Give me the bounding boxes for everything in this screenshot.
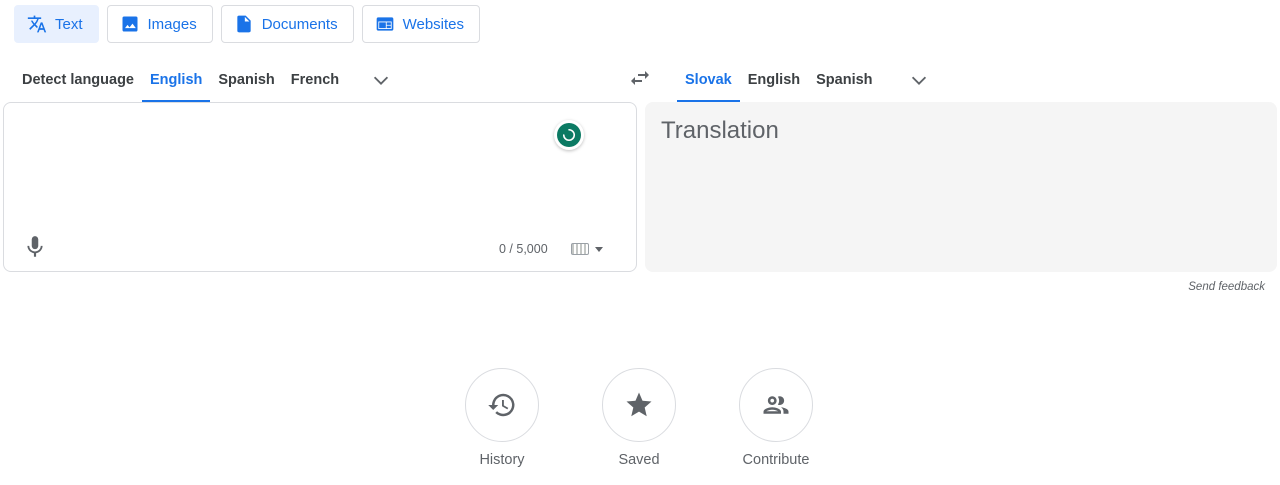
chevron-down-icon bbox=[911, 76, 926, 85]
swap-icon bbox=[631, 71, 649, 85]
saved-circle bbox=[602, 368, 676, 442]
source-language-bar: Detect language English Spanish French bbox=[14, 58, 401, 102]
microphone-icon bbox=[27, 236, 43, 257]
translate-app: Text Images Documents Websites Detect la… bbox=[0, 0, 1280, 485]
source-text-panel[interactable]: 0 / 5,000 bbox=[3, 102, 637, 272]
tab-documents-label: Documents bbox=[261, 15, 338, 33]
lang-label: Detect language bbox=[22, 72, 134, 88]
tab-documents[interactable]: Documents bbox=[220, 5, 354, 43]
character-count: 0 / 5,000 bbox=[499, 242, 548, 256]
source-lang-french[interactable]: French bbox=[283, 58, 347, 102]
tab-text[interactable]: Text bbox=[14, 5, 99, 43]
loading-spinner bbox=[554, 120, 584, 150]
chevron-down-icon bbox=[374, 76, 389, 85]
target-lang-more-button[interactable] bbox=[899, 58, 939, 102]
translation-placeholder: Translation bbox=[661, 117, 779, 144]
keyboard-icon bbox=[571, 243, 589, 255]
lang-label: Spanish bbox=[816, 72, 873, 88]
lang-label: Slovak bbox=[685, 72, 732, 88]
send-feedback-link[interactable]: Send feedback bbox=[1188, 281, 1265, 293]
voice-input-button[interactable] bbox=[22, 234, 48, 260]
source-lang-english[interactable]: English bbox=[142, 58, 211, 102]
star-icon bbox=[626, 392, 652, 417]
website-icon bbox=[376, 17, 393, 31]
document-icon bbox=[237, 15, 251, 33]
lang-label: English bbox=[747, 72, 801, 88]
source-lang-detect[interactable]: Detect language bbox=[14, 58, 142, 102]
translation-output-panel: Translation bbox=[645, 102, 1277, 272]
lang-label: French bbox=[290, 72, 340, 88]
tab-websites[interactable]: Websites bbox=[361, 5, 481, 43]
source-lang-spanish[interactable]: Spanish bbox=[210, 58, 282, 102]
tab-text-label: Text bbox=[55, 15, 83, 33]
lang-label: Spanish bbox=[218, 72, 275, 88]
contribute-label: Contribute bbox=[742, 452, 810, 468]
contribute-button[interactable]: Contribute bbox=[721, 368, 831, 468]
swap-languages-button[interactable] bbox=[622, 60, 658, 96]
history-icon bbox=[488, 393, 515, 417]
history-label: History bbox=[479, 452, 525, 468]
target-lang-slovak[interactable]: Slovak bbox=[677, 58, 740, 102]
contribute-circle bbox=[739, 368, 813, 442]
lang-label: English bbox=[150, 72, 203, 88]
source-lang-more-button[interactable] bbox=[361, 58, 401, 102]
input-tools-button[interactable] bbox=[571, 243, 603, 255]
tab-images[interactable]: Images bbox=[106, 5, 213, 43]
tab-images-label: Images bbox=[147, 15, 197, 33]
saved-button[interactable]: Saved bbox=[584, 368, 694, 468]
saved-label: Saved bbox=[618, 452, 660, 468]
translate-icon bbox=[27, 15, 47, 33]
target-language-bar: Slovak English Spanish bbox=[677, 58, 939, 102]
history-circle bbox=[465, 368, 539, 442]
target-lang-spanish[interactable]: Spanish bbox=[808, 58, 880, 102]
tab-websites-label: Websites bbox=[402, 15, 465, 33]
mode-tabs: Text Images Documents Websites bbox=[14, 5, 481, 43]
people-icon bbox=[763, 396, 789, 414]
target-lang-english[interactable]: English bbox=[740, 58, 808, 102]
spinner-icon bbox=[557, 123, 581, 147]
history-button[interactable]: History bbox=[447, 368, 557, 468]
image-icon bbox=[122, 16, 138, 32]
caret-down-icon bbox=[595, 246, 603, 252]
